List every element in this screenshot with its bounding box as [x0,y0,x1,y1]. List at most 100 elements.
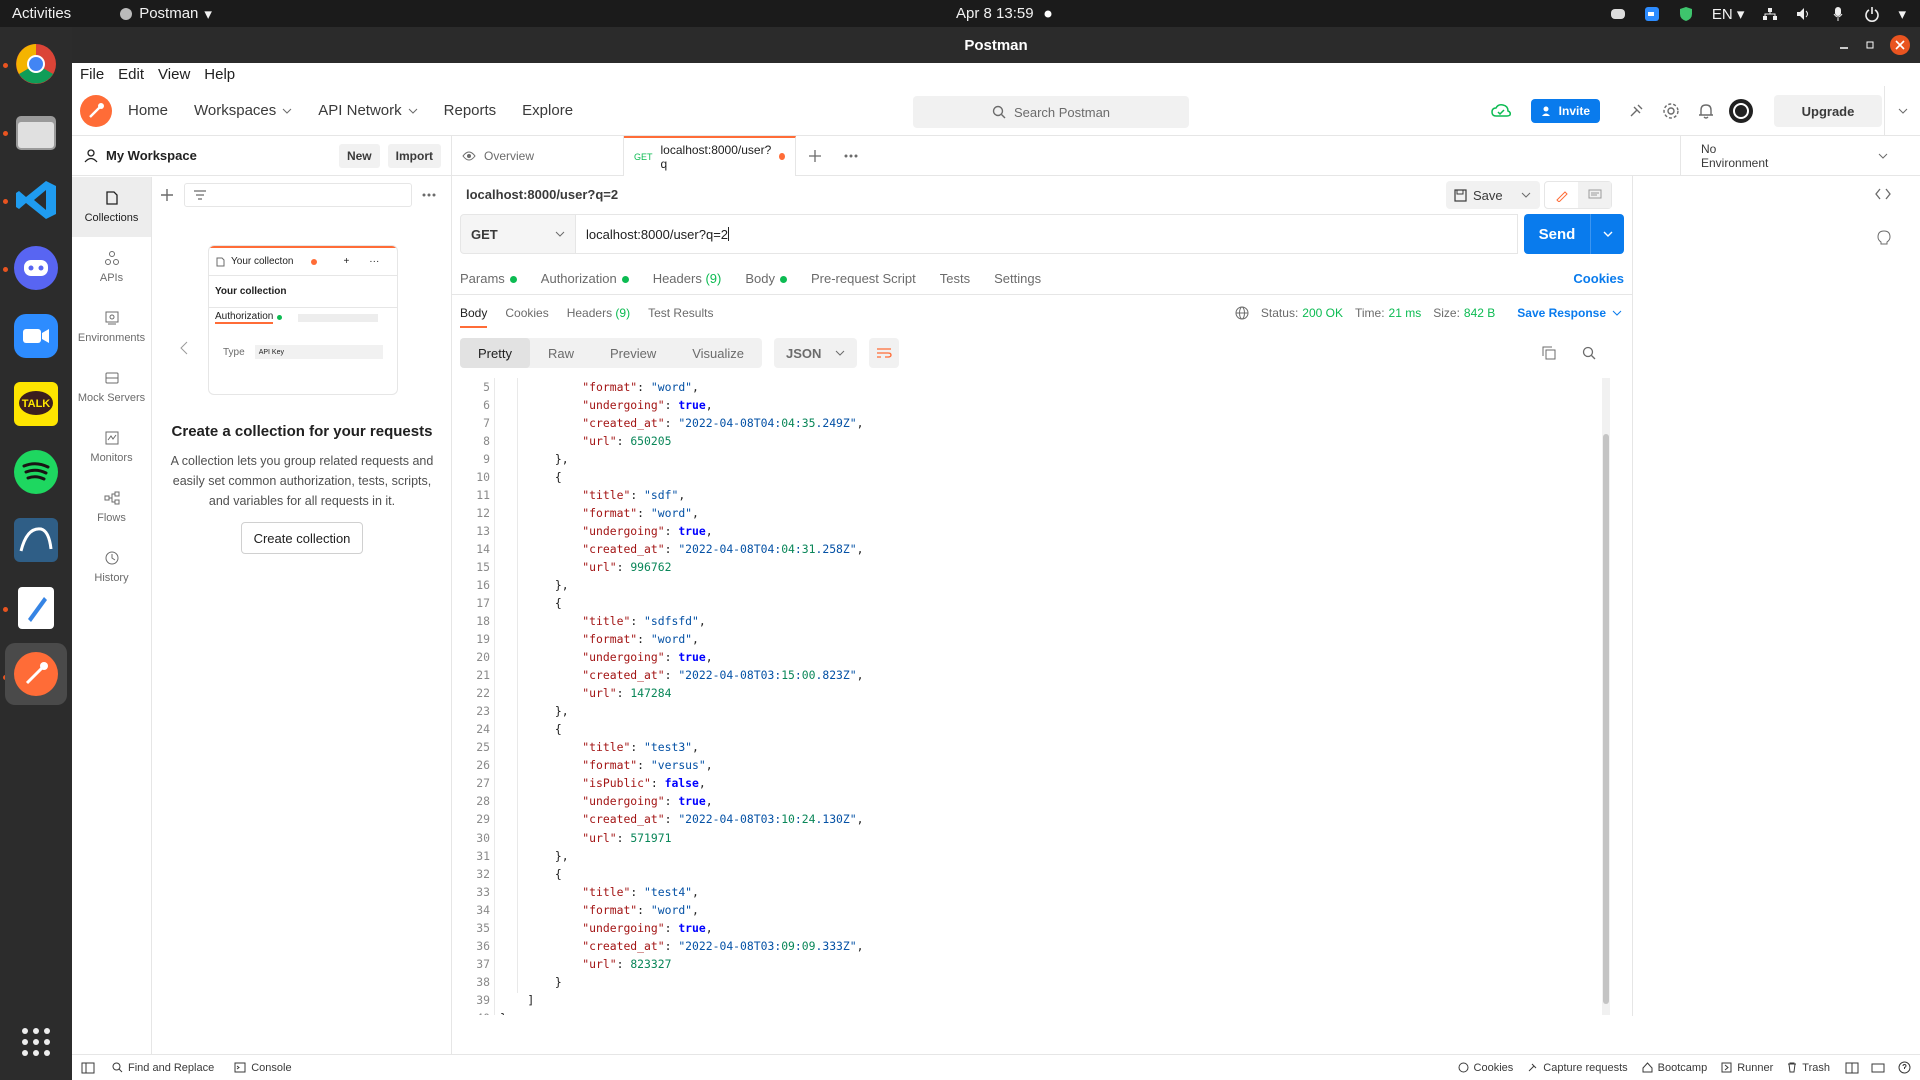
save-button[interactable]: Save [1446,181,1540,209]
response-tab-headers[interactable]: Headers (9) [567,306,630,320]
language-indicator[interactable]: EN ▾ [1712,5,1745,23]
nav-home[interactable]: Home [128,102,168,119]
chrome-launcher-icon[interactable] [11,39,61,89]
rail-collections[interactable]: Collections [72,177,151,237]
minimize-icon[interactable] [1838,39,1850,51]
workspace-name[interactable]: My Workspace [106,148,197,163]
postman-launcher-icon[interactable] [5,643,67,705]
more-options-icon[interactable] [422,193,436,197]
zoom-tray-icon[interactable] [1644,6,1660,22]
upgrade-button[interactable]: Upgrade [1774,95,1882,127]
runner-button[interactable]: Runner [1721,1062,1773,1074]
nav-api-network[interactable]: API Network [318,102,417,119]
view-visualize[interactable]: Visualize [674,338,762,368]
globe-icon[interactable] [1235,306,1249,320]
two-pane-view-icon[interactable] [1844,1060,1860,1076]
comments-icon[interactable] [1578,182,1611,208]
import-button[interactable]: Import [387,143,441,168]
sync-status-icon[interactable] [1490,103,1511,119]
upgrade-dropdown-chevron-icon[interactable] [1884,86,1920,136]
subtab-settings[interactable]: Settings [994,271,1041,286]
copy-icon[interactable] [1542,346,1556,360]
power-icon[interactable] [1864,6,1880,22]
notification-bell-icon[interactable] [1698,102,1714,120]
view-raw[interactable]: Raw [530,338,592,368]
collection-filter-input[interactable] [184,183,412,207]
postman-logo-icon[interactable] [80,94,112,127]
search-input[interactable]: Search Postman [913,96,1189,128]
cookies-button[interactable]: Cookies [1458,1062,1513,1074]
capture-requests-button[interactable]: Capture requests [1527,1062,1628,1074]
console-button[interactable]: Console [234,1062,292,1074]
app-menu[interactable]: Postman ▾ [119,5,212,23]
menu-help[interactable]: Help [204,66,235,83]
find-replace-button[interactable]: Find and Replace [112,1062,214,1074]
rail-environments[interactable]: Environments [72,297,151,357]
subtab-body[interactable]: Body [745,271,787,286]
environment-selector[interactable]: No Environment [1680,136,1920,176]
new-tab-icon[interactable] [808,149,822,163]
rail-flows[interactable]: Flows [72,477,151,537]
time-value[interactable]: 21 ms [1389,306,1422,320]
nav-reports[interactable]: Reports [444,102,497,119]
response-tab-tests[interactable]: Test Results [648,306,713,320]
menu-edit[interactable]: Edit [118,66,144,83]
search-icon[interactable] [1582,346,1596,360]
help-icon[interactable] [1896,1060,1912,1076]
url-input[interactable]: localhost:8000/user?q=2 [576,214,1518,254]
show-apps-grid-icon[interactable] [11,1017,61,1067]
text-editor-launcher-icon[interactable] [11,583,61,633]
rail-monitors[interactable]: Monitors [72,417,151,477]
response-tab-body[interactable]: Body [460,306,488,328]
network-icon[interactable] [1762,6,1778,22]
chevron-down-icon[interactable] [1521,192,1531,198]
request-name[interactable]: localhost:8000/user?q=2 [466,187,618,202]
discord-tray-icon[interactable] [1610,6,1626,22]
volume-icon[interactable] [1796,6,1812,22]
toggle-sidebar-icon[interactable] [80,1060,96,1076]
unsaved-dot-icon[interactable] [779,153,785,160]
scrollbar-thumb[interactable] [1603,434,1609,1004]
tab-overview[interactable]: Overview [452,135,624,176]
trash-button[interactable]: Trash [1787,1062,1830,1074]
subtab-prerequest[interactable]: Pre-request Script [811,271,916,286]
kakaotalk-launcher-icon[interactable]: TALK [11,379,61,429]
menu-view[interactable]: View [158,66,190,83]
subtab-params[interactable]: Params [460,271,517,286]
nav-workspaces[interactable]: Workspaces [194,102,292,119]
caret-down-icon[interactable]: ▾ [1898,5,1906,23]
response-tab-cookies[interactable]: Cookies [505,306,548,320]
tab-request[interactable]: GET localhost:8000/user?q [624,135,796,176]
send-options-chevron-icon[interactable] [1591,231,1624,237]
invite-button[interactable]: Invite [1530,99,1600,123]
rail-history[interactable]: History [72,537,151,597]
size-value[interactable]: 842 B [1464,306,1495,320]
lightbulb-icon[interactable] [1877,230,1891,246]
maximize-icon[interactable] [1864,39,1876,51]
chevron-left-icon[interactable] [180,341,188,355]
shield-tray-icon[interactable] [1678,6,1694,22]
keyboard-shortcuts-icon[interactable] [1870,1060,1886,1076]
bootcamp-button[interactable]: Bootcamp [1642,1062,1707,1074]
zoom-launcher-icon[interactable] [11,311,61,361]
tab-options-icon[interactable] [844,154,858,158]
microphone-icon[interactable] [1830,6,1846,22]
mysql-workbench-launcher-icon[interactable] [11,515,61,565]
status-value[interactable]: 200 OK [1302,306,1343,320]
discord-launcher-icon[interactable] [11,243,61,293]
view-preview[interactable]: Preview [592,338,674,368]
method-select[interactable]: GET [460,214,576,254]
code-snippet-icon[interactable] [1875,188,1891,200]
activities-button[interactable]: Activities [12,5,71,22]
save-response-button[interactable]: Save Response [1517,306,1622,320]
subtab-authorization[interactable]: Authorization [541,271,629,286]
satellite-icon[interactable] [1628,103,1644,119]
nav-explore[interactable]: Explore [522,102,573,119]
files-launcher-icon[interactable] [11,107,61,157]
avatar[interactable] [1728,98,1754,124]
vscode-launcher-icon[interactable] [11,175,61,225]
format-select[interactable]: JSON [774,338,858,368]
settings-gear-icon[interactable] [1662,102,1680,120]
menu-file[interactable]: File [80,66,104,83]
add-icon[interactable] [160,188,174,202]
